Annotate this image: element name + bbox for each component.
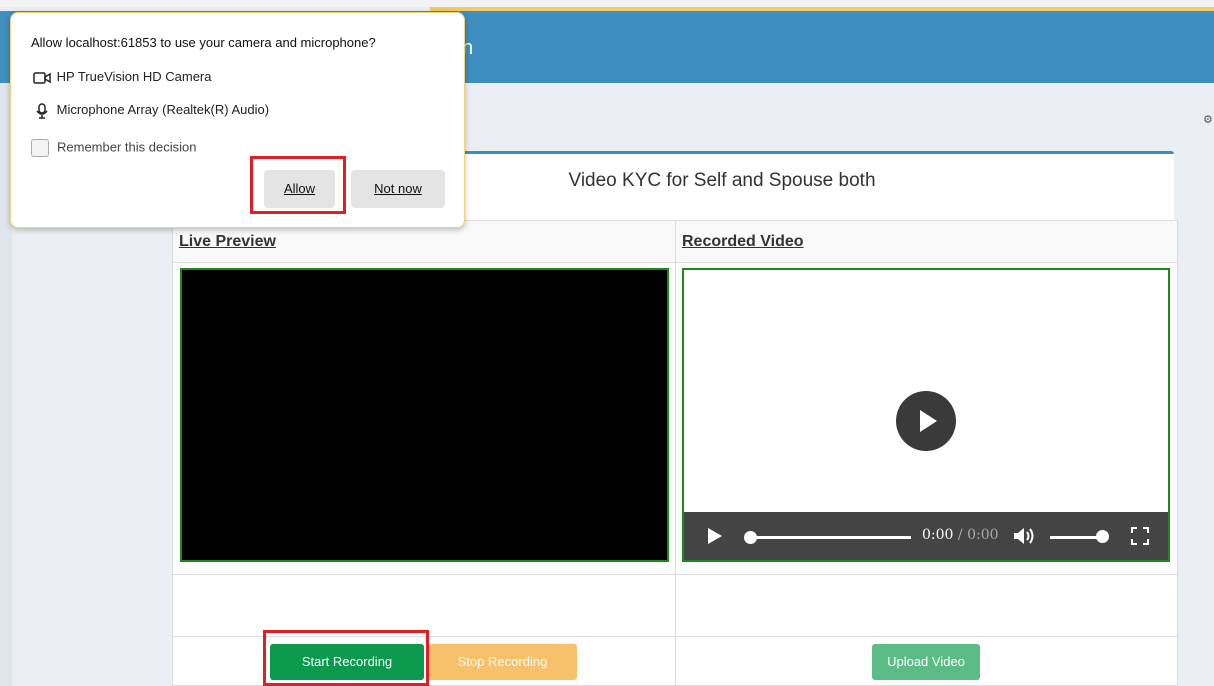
play-icon — [920, 410, 937, 432]
start-recording-button[interactable]: Start Recording — [270, 644, 424, 680]
microphone-label: Microphone Array (Realtek(R) Audio) — [56, 102, 270, 117]
allow-button[interactable]: Allow — [264, 170, 335, 208]
browser-top-strip — [0, 0, 1214, 7]
play-control-icon[interactable] — [708, 528, 722, 544]
permission-title: Allow localhost:61853 to use your camera… — [31, 35, 376, 50]
recorded-video-player[interactable]: 0:00 / 0:00 — [682, 268, 1170, 562]
seek-handle[interactable] — [744, 531, 757, 544]
volume-slider[interactable] — [1050, 536, 1100, 539]
volume-icon[interactable] — [1012, 526, 1038, 546]
upload-video-button[interactable]: Upload Video — [872, 644, 980, 680]
seek-bar[interactable] — [746, 536, 911, 539]
remember-decision[interactable]: Remember this decision — [31, 139, 196, 157]
camera-row: HP TrueVision HD Camera — [31, 69, 211, 85]
camera-icon — [33, 71, 51, 84]
user-icon[interactable]: ⚙ — [1203, 113, 1213, 126]
video-kyc-table: Live Preview Recorded Video 0:00 / 0:00 — [172, 220, 1178, 686]
duration: 0:00 — [967, 527, 999, 543]
stop-recording-button[interactable]: Stop Recording — [428, 644, 577, 680]
not-now-button[interactable]: Not now — [351, 170, 445, 208]
live-preview-heading: Live Preview — [179, 233, 276, 250]
time-display: 0:00 / 0:00 — [922, 527, 999, 543]
fullscreen-icon[interactable] — [1130, 526, 1150, 546]
camera-label: HP TrueVision HD Camera — [56, 69, 212, 84]
live-preview-video — [180, 268, 669, 562]
video-controls: 0:00 / 0:00 — [684, 512, 1168, 560]
recorded-video-heading: Recorded Video — [682, 233, 804, 250]
volume-handle[interactable] — [1096, 530, 1109, 543]
remember-label: Remember this decision — [57, 139, 197, 155]
current-time: 0:00 — [922, 527, 954, 543]
big-play-button[interactable] — [896, 391, 956, 451]
column-divider — [675, 221, 676, 686]
microphone-row: Microphone Array (Realtek(R) Audio) — [31, 102, 269, 119]
microphone-icon — [36, 102, 48, 119]
remember-checkbox[interactable] — [31, 139, 49, 157]
time-separator: / — [953, 527, 968, 543]
permission-popup: Allow localhost:61853 to use your camera… — [10, 12, 465, 228]
